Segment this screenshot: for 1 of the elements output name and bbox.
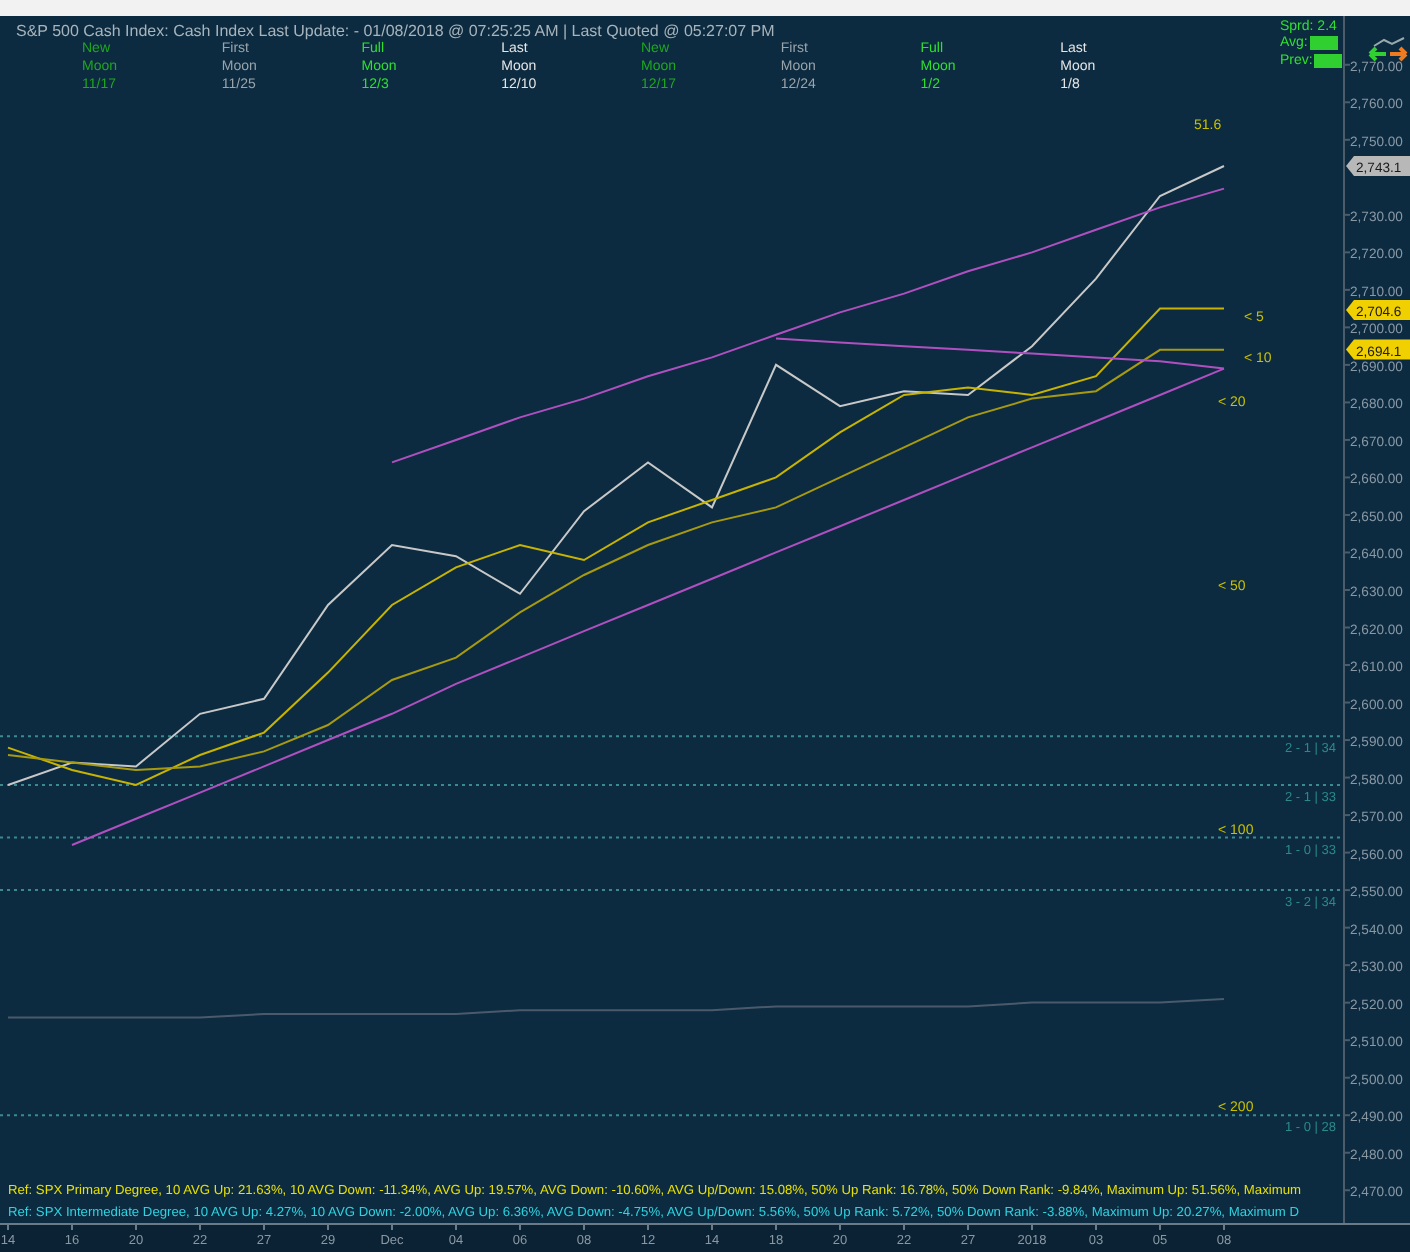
chart-title: S&P 500 Cash Index: Cash Index Last Update: - 01/08/2018 @ 07:25:25 AM | Last Quoted @ 05:27:07 PM (16, 22, 777, 40)
